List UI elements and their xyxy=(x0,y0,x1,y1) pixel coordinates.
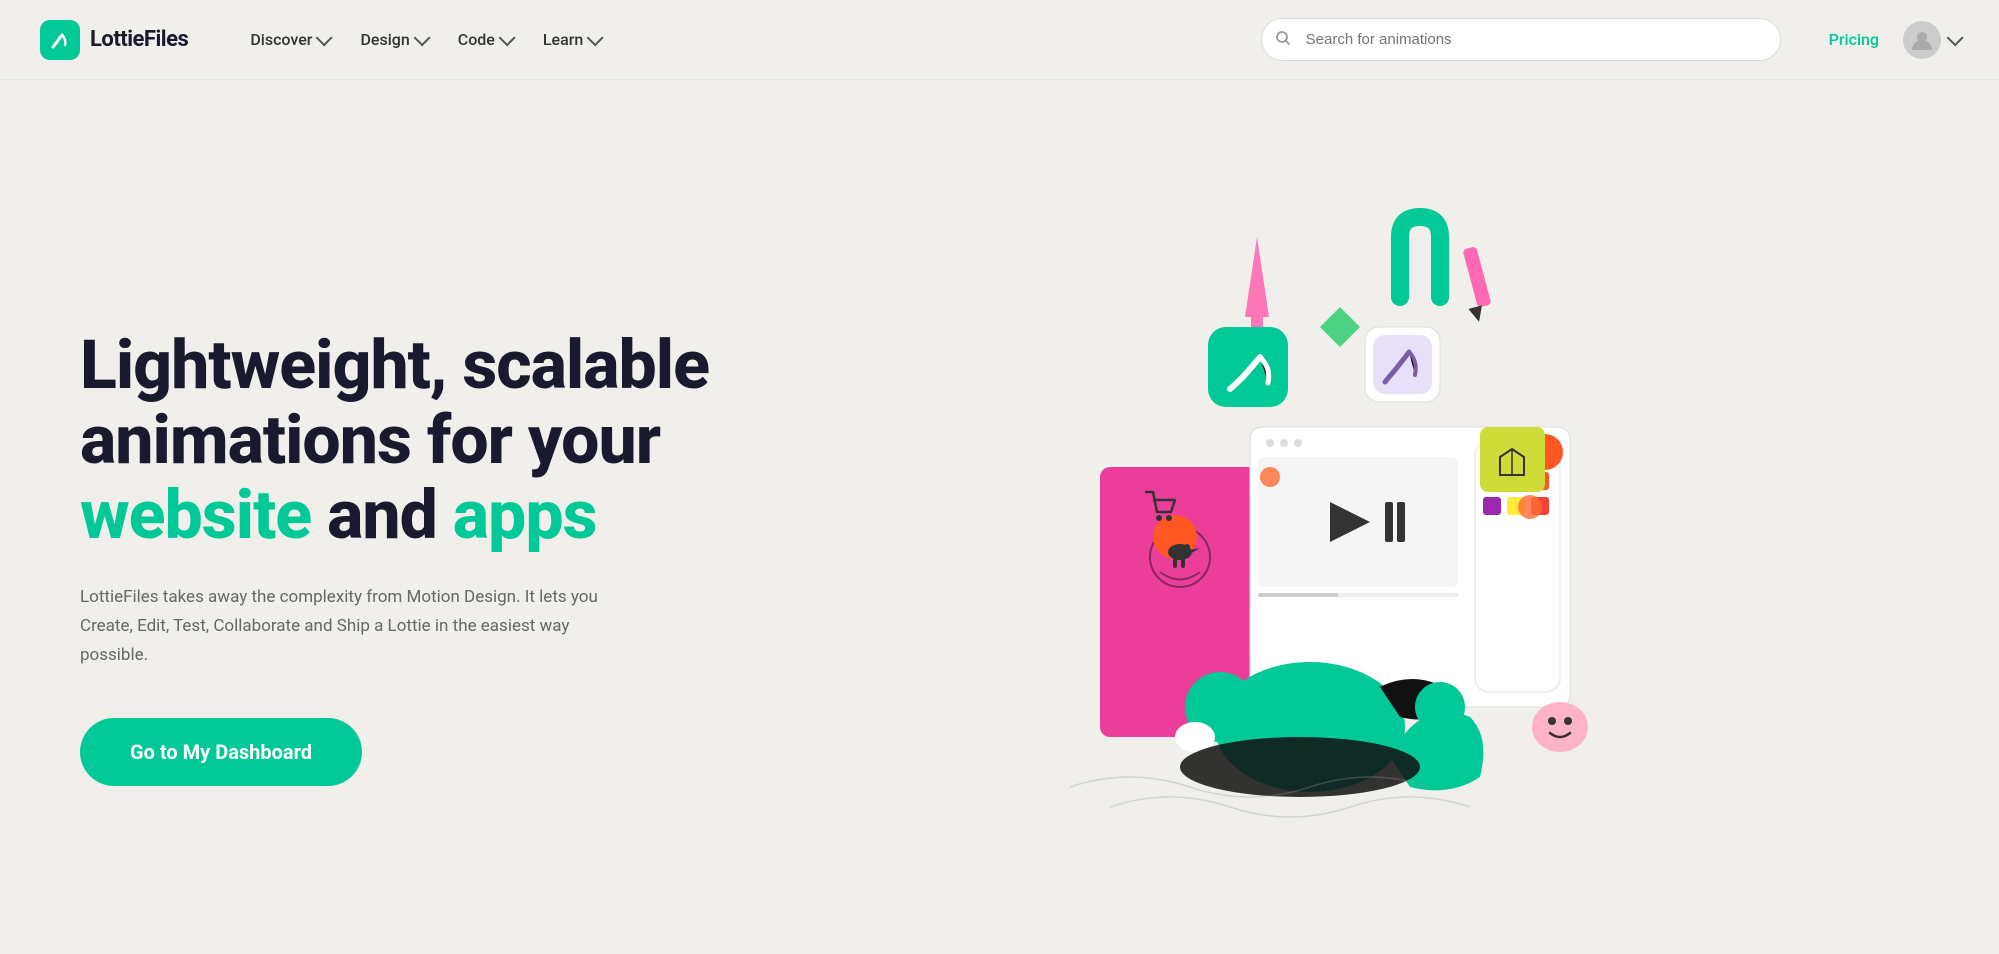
hero-content: Lightweight, scalable animations for you… xyxy=(80,308,780,785)
chevron-down-icon xyxy=(316,29,333,46)
search-icon xyxy=(1275,30,1291,50)
search-area xyxy=(1261,18,1781,61)
nav-links: Discover Design Code Learn xyxy=(236,22,1228,57)
nav-item-design[interactable]: Design xyxy=(346,22,439,57)
hero-description: LottieFiles takes away the complexity fr… xyxy=(80,583,610,670)
navbar: LottieFiles Discover Design Code Learn xyxy=(0,0,1999,80)
chevron-down-icon xyxy=(587,29,604,46)
chevron-down-icon xyxy=(413,29,430,46)
search-input[interactable] xyxy=(1261,18,1781,61)
chevron-down-icon xyxy=(1947,29,1964,46)
pricing-link[interactable]: Pricing xyxy=(1829,30,1879,49)
illustration-container xyxy=(1050,197,1650,847)
nav-right: Pricing xyxy=(1829,21,1959,59)
nav-item-learn[interactable]: Learn xyxy=(529,22,613,57)
chevron-down-icon xyxy=(499,29,516,46)
cta-dashboard-button[interactable]: Go to My Dashboard xyxy=(80,718,362,786)
hero-section: Lightweight, scalable animations for you… xyxy=(0,80,1999,954)
logo-icon xyxy=(40,20,80,60)
hero-svg xyxy=(1050,197,1650,847)
nav-item-discover[interactable]: Discover xyxy=(236,22,342,57)
hero-illustration xyxy=(780,197,1919,897)
avatar xyxy=(1903,21,1941,59)
avatar-area[interactable] xyxy=(1903,21,1959,59)
nav-item-code[interactable]: Code xyxy=(444,22,525,57)
logo-link[interactable]: LottieFiles xyxy=(40,20,188,60)
hero-title: Lightweight, scalable animations for you… xyxy=(80,328,780,552)
brand-name: LottieFiles xyxy=(90,27,188,52)
